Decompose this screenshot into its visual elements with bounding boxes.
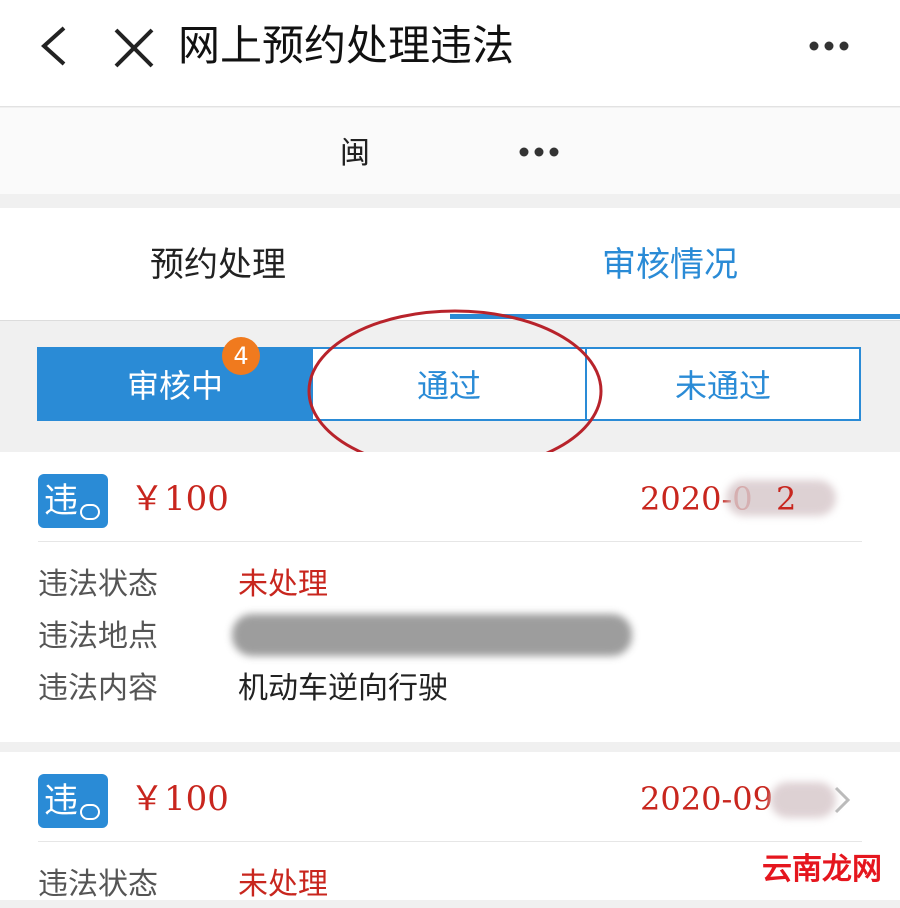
- chevron-right-icon[interactable]: [832, 784, 852, 816]
- segment-rejected[interactable]: 未通过: [585, 349, 859, 419]
- location-label: 违法地点: [38, 619, 158, 654]
- count-badge: 4: [222, 337, 260, 375]
- divider: [38, 541, 862, 542]
- status-value: 未处理: [238, 567, 328, 602]
- more-options-icon[interactable]: [808, 40, 850, 52]
- close-icon[interactable]: [110, 24, 158, 72]
- plate-bar: [0, 108, 900, 194]
- watermark-logo: 云南龙网: [762, 852, 882, 887]
- violation-date: 2020-09: [640, 780, 773, 818]
- back-icon[interactable]: [34, 24, 78, 68]
- page-title: 网上预约处理违法: [178, 21, 515, 70]
- violation-date-suffix: 2: [776, 480, 797, 518]
- masked-plate-icon: [519, 147, 559, 157]
- violation-icon: 违: [38, 474, 108, 528]
- title-bar: 网上预约处理违法: [0, 0, 900, 107]
- fine-amount: ￥100: [130, 479, 229, 519]
- fine-amount: ￥100: [130, 779, 229, 819]
- violation-icon: 违: [38, 774, 108, 828]
- content-label: 违法内容: [38, 671, 158, 706]
- content-value: 机动车逆向行驶: [238, 671, 448, 706]
- status-value: 未处理: [238, 867, 328, 902]
- tab-appointment[interactable]: 预约处理: [150, 240, 286, 290]
- tab-review-status[interactable]: 审核情况: [602, 240, 738, 290]
- divider: [38, 841, 862, 842]
- blurred-region: [770, 782, 836, 818]
- segment-reviewing[interactable]: 审核中: [39, 349, 311, 419]
- status-label: 违法状态: [38, 567, 158, 602]
- status-label: 违法状态: [38, 867, 158, 902]
- plate-province: 闽: [340, 136, 370, 171]
- blurred-location: [232, 614, 632, 656]
